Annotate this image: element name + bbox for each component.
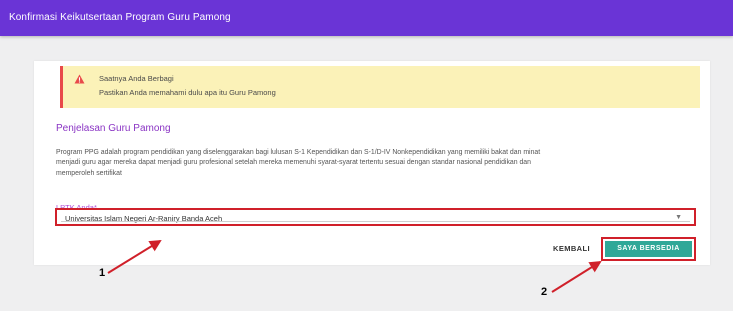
description-line: Program PPG adalah program pendidikan ya… <box>56 149 541 156</box>
agree-button[interactable]: SAYA BERSEDIA <box>605 241 692 257</box>
section-title: Penjelasan Guru Pamong <box>56 123 171 134</box>
dropdown-arrow-icon: ▼ <box>675 214 682 221</box>
page-title: Konfirmasi Keikutsertaan Program Guru Pa… <box>9 12 231 23</box>
annotation-marker-2: 2 <box>541 286 548 298</box>
alert-text: Pastikan Anda memahami dulu apa itu Guru… <box>99 88 276 97</box>
confirmation-card: Saatnya Anda Berbagi Pastikan Anda memah… <box>34 61 710 265</box>
back-button[interactable]: KEMBALI <box>553 244 590 253</box>
agree-button-highlight: SAYA BERSEDIA <box>601 237 696 261</box>
description-line: menjadi guru agar mereka dapat menjadi g… <box>56 159 531 167</box>
annotation-marker-1: 1 <box>99 267 106 279</box>
alert-title: Saatnya Anda Berbagi <box>99 74 174 83</box>
lptk-select[interactable]: Universitas Islam Negeri Ar-Raniry Banda… <box>55 208 696 226</box>
description-line: memperoleh sertifikat <box>56 169 122 177</box>
top-app-bar: Konfirmasi Keikutsertaan Program Guru Pa… <box>0 0 733 36</box>
select-underline <box>61 221 690 222</box>
warning-icon <box>74 74 85 84</box>
warning-alert: Saatnya Anda Berbagi Pastikan Anda memah… <box>60 66 700 108</box>
annotation-arrow-2 <box>551 260 602 293</box>
section-description: Program PPG adalah program pendidikan ya… <box>56 148 696 179</box>
